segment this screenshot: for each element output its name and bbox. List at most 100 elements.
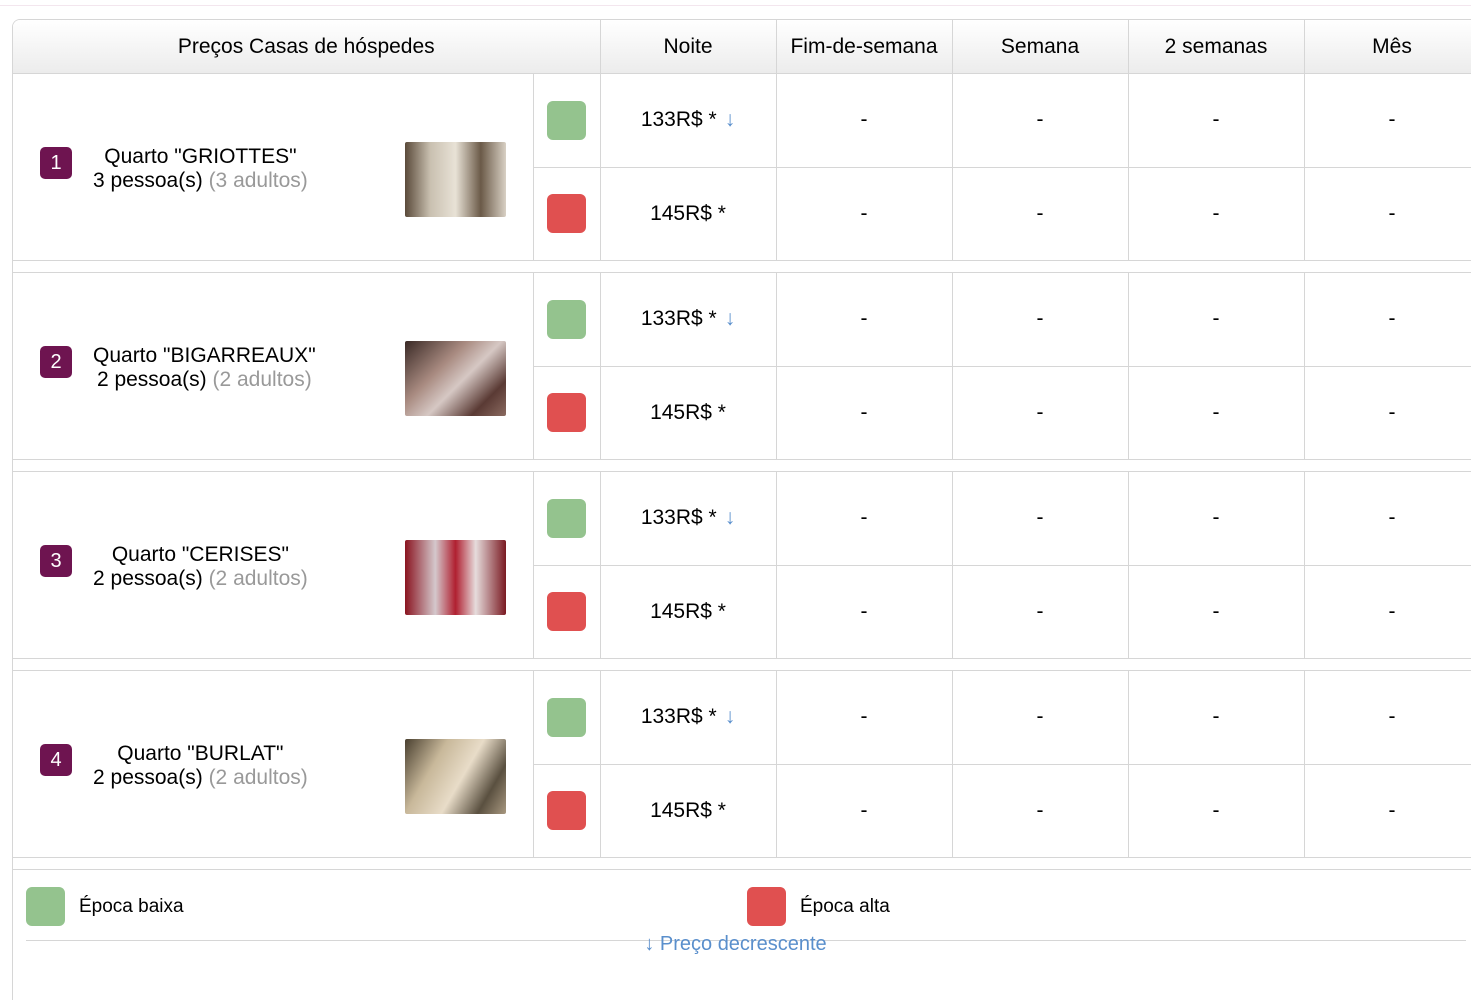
two-weeks-price: -: [1128, 73, 1305, 168]
night-price-high: 145R$ *: [600, 764, 777, 858]
room-cell: 1 Quarto "GRIOTTES" 3 pessoa(s) (3 adultos…: [13, 73, 534, 261]
two-weeks-price: -: [1128, 565, 1305, 659]
room-adults: (2 adultos): [212, 368, 312, 391]
month-price: -: [1304, 471, 1471, 566]
weekend-price: -: [776, 73, 953, 168]
row-separator-cell: [13, 260, 1471, 273]
sort-bar: ↓ Preço decrescente: [0, 933, 1471, 956]
room-cell: 3 Quarto "CERISES" 2 pessoa(s) (2 adultos): [13, 471, 534, 659]
room-photo[interactable]: [405, 540, 506, 615]
room-name[interactable]: Quarto "BIGARREAUX": [93, 344, 316, 367]
column-header-weekend: Fim-de-semana: [776, 20, 953, 74]
season-indicator-cell: [533, 764, 601, 858]
night-price-low: 133R$ * ↓: [600, 471, 777, 566]
room-name[interactable]: Quarto "CERISES": [112, 543, 289, 566]
room-name[interactable]: Quarto "BURLAT": [117, 742, 283, 765]
two-weeks-price: -: [1128, 366, 1305, 460]
room-capacity: 3 pessoa(s): [93, 169, 203, 192]
table-row: 1 Quarto "GRIOTTES" 3 pessoa(s) (3 adultos…: [13, 73, 1471, 261]
weekend-price: -: [776, 764, 953, 858]
low-season-swatch: [547, 498, 586, 538]
month-price: -: [1304, 167, 1471, 261]
week-price: -: [952, 764, 1129, 858]
room-info: Quarto "BIGARREAUX" 2 pessoa(s) (2 adulto…: [93, 344, 316, 392]
room-capacity: 2 pessoa(s): [93, 766, 203, 789]
room-capacity-line: 2 pessoa(s) (2 adultos): [93, 368, 316, 392]
price-down-arrow-icon: ↓: [724, 506, 736, 530]
top-divider: [0, 5, 1471, 6]
room-number-badge: 1: [40, 147, 72, 179]
room-photo[interactable]: [405, 739, 506, 814]
table-row: 3 Quarto "CERISES" 2 pessoa(s) (2 adultos)…: [13, 471, 1471, 659]
weekend-price: -: [776, 366, 953, 460]
night-price: 133R$ *: [640, 307, 717, 331]
row-separator: [13, 459, 1471, 472]
price-table: Preços Casas de hóspedes Noite Fim-de-se…: [13, 20, 1471, 870]
room-capacity-line: 3 pessoa(s) (3 adultos): [93, 169, 308, 193]
month-price: -: [1304, 670, 1471, 765]
legend-low-label: Época baixa: [79, 895, 184, 917]
room-info: Quarto "GRIOTTES" 3 pessoa(s) (3 adultos): [93, 145, 308, 193]
row-separator: [13, 658, 1471, 671]
night-price: 133R$ *: [640, 705, 717, 729]
season-indicator-cell: [533, 366, 601, 460]
room-photo[interactable]: [405, 341, 506, 416]
week-price: -: [952, 73, 1129, 168]
night-price: 133R$ *: [640, 108, 717, 132]
column-header-night: Noite: [600, 20, 777, 74]
column-header-week: Semana: [952, 20, 1129, 74]
row-separator-cell: [13, 857, 1471, 870]
weekend-price: -: [776, 670, 953, 765]
legend-high-season: Época alta: [747, 887, 890, 926]
table-title: Preços Casas de hóspedes: [13, 20, 601, 74]
month-price: -: [1304, 764, 1471, 858]
row-separator-cell: [13, 658, 1471, 671]
column-header-month: Mês: [1304, 20, 1471, 74]
room-info: Quarto "BURLAT" 2 pessoa(s) (2 adultos): [93, 742, 308, 790]
weekend-price: -: [776, 471, 953, 566]
room-capacity-line: 2 pessoa(s) (2 adultos): [93, 567, 308, 591]
price-down-arrow-icon: ↓: [724, 705, 736, 729]
room-name[interactable]: Quarto "GRIOTTES": [104, 145, 296, 168]
high-season-swatch: [547, 592, 586, 632]
high-season-swatch: [547, 194, 586, 234]
room-cell: 2 Quarto "BIGARREAUX" 2 pessoa(s) (2 adult…: [13, 272, 534, 460]
room-capacity: 2 pessoa(s): [93, 567, 203, 590]
row-separator: [13, 260, 1471, 273]
night-price-low: 133R$ * ↓: [600, 670, 777, 765]
column-header-two-weeks: 2 semanas: [1128, 20, 1305, 74]
table-header-row: Preços Casas de hóspedes Noite Fim-de-se…: [13, 20, 1471, 74]
night-price: 145R$ *: [650, 400, 726, 424]
month-price: -: [1304, 366, 1471, 460]
room-info: Quarto "CERISES" 2 pessoa(s) (2 adultos): [93, 543, 308, 591]
month-price: -: [1304, 272, 1471, 367]
room-number-badge: 2: [40, 346, 72, 378]
room-adults: (2 adultos): [208, 567, 308, 590]
week-price: -: [952, 167, 1129, 261]
season-indicator-cell: [533, 73, 601, 168]
room-photo[interactable]: [405, 142, 506, 217]
row-separator: [13, 857, 1471, 870]
week-price: -: [952, 366, 1129, 460]
season-indicator-cell: [533, 565, 601, 659]
season-indicator-cell: [533, 167, 601, 261]
week-price: -: [952, 272, 1129, 367]
two-weeks-price: -: [1128, 167, 1305, 261]
low-season-swatch: [547, 697, 586, 737]
night-price-low: 133R$ * ↓: [600, 73, 777, 168]
high-season-swatch: [547, 393, 586, 433]
table-row: 2 Quarto "BIGARREAUX" 2 pessoa(s) (2 adult…: [13, 272, 1471, 460]
week-price: -: [952, 471, 1129, 566]
night-price: 133R$ *: [640, 506, 717, 530]
sort-price-desc-link[interactable]: ↓ Preço decrescente: [644, 933, 826, 955]
night-price-high: 145R$ *: [600, 167, 777, 261]
season-indicator-cell: [533, 471, 601, 566]
night-price-high: 145R$ *: [600, 565, 777, 659]
night-price: 145R$ *: [650, 201, 726, 225]
room-capacity-line: 2 pessoa(s) (2 adultos): [93, 766, 308, 790]
price-table-container: Preços Casas de hóspedes Noite Fim-de-se…: [12, 19, 1471, 1000]
night-price-low: 133R$ * ↓: [600, 272, 777, 367]
night-price-high: 145R$ *: [600, 366, 777, 460]
season-indicator-cell: [533, 272, 601, 367]
high-season-swatch: [547, 791, 586, 831]
